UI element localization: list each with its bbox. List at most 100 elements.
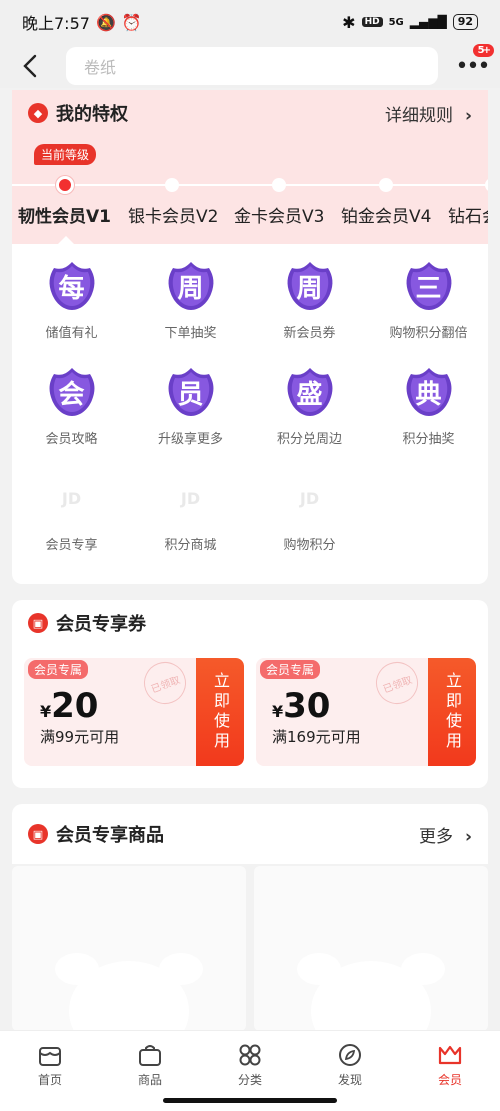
privilege-item[interactable]: JD 积分商城: [131, 472, 250, 578]
privilege-item[interactable]: 典 积分抽奖: [369, 366, 488, 472]
privilege-glyph: 周: [296, 273, 323, 304]
privilege-glyph: 三: [415, 273, 442, 304]
level-dot-v4[interactable]: [379, 178, 393, 192]
products-card: ▣ 会员专享商品 更多 ›: [12, 804, 488, 864]
jd-placeholder-icon: JD: [299, 488, 320, 508]
privilege-label: 购物积分: [283, 538, 336, 553]
privilege-glyph: 盛: [296, 379, 323, 410]
level-pointer: [58, 236, 74, 244]
level-dot-v3[interactable]: [272, 178, 286, 192]
coupon-value: 20: [51, 686, 99, 726]
level-dot-v5[interactable]: [485, 178, 488, 192]
search-placeholder: 卷纸: [84, 58, 117, 77]
lotus-badge-icon: 员: [163, 366, 219, 418]
privilege-item[interactable]: 周 下单抽奖: [131, 260, 250, 366]
tab-membership[interactable]: 会员: [400, 1031, 500, 1111]
rules-link-label: 详细规则: [384, 105, 453, 126]
coupon-tag: 会员专属: [260, 660, 321, 679]
coupon-condition: 满99元可用: [40, 728, 120, 746]
use-coupon-button[interactable]: 立即使用: [196, 658, 244, 766]
level-label-v5[interactable]: 钻石会: [448, 202, 488, 227]
privilege-glyph: 会: [58, 379, 85, 410]
rules-link[interactable]: 详细规则 ›: [385, 101, 472, 126]
level-label-v1[interactable]: 韧性会员V1: [18, 202, 111, 227]
store-icon: [39, 1047, 61, 1066]
use-coupon-button[interactable]: 立即使用: [428, 658, 476, 766]
chevron-left-icon: [23, 54, 37, 78]
home-indicator[interactable]: [163, 1098, 337, 1103]
jd-placeholder-icon: JD: [180, 488, 201, 508]
privilege-item[interactable]: JD 会员专享: [12, 472, 131, 578]
privilege-item[interactable]: 每 储值有礼: [12, 260, 131, 366]
mute-icon: 🔕: [95, 12, 116, 32]
privilege-item[interactable]: JD 购物积分: [250, 472, 369, 578]
privilege-item[interactable]: 周 新会员券: [250, 260, 369, 366]
alarm-icon: ⏰: [121, 12, 142, 32]
privilege-label: 积分抽奖: [402, 432, 455, 447]
chevron-right-icon: ›: [464, 105, 472, 126]
diamond-icon: ◆: [28, 103, 48, 123]
level-dot-v2[interactable]: [165, 178, 179, 192]
lotus-badge-icon: 周: [163, 260, 219, 312]
signal-icon: ▂▄▆█: [409, 15, 447, 29]
privileges-title: 我的特权: [56, 104, 128, 125]
lotus-badge-icon: 典: [401, 366, 457, 418]
bag-icon: [139, 1045, 161, 1066]
status-time: 晚上7:57: [22, 14, 90, 33]
privilege-label: 储值有礼: [45, 326, 98, 341]
coupon-currency: ¥: [272, 702, 284, 721]
coupon-card: 会员专属 已领取 ¥30 满169元可用 立即使用: [256, 658, 476, 766]
hd-badge: HD: [361, 17, 383, 27]
coupons-card: ▣ 会员专享券 会员专属 已领取 ¥20 满99元可用 立即使用 会员专属 已领…: [12, 600, 488, 788]
privilege-item[interactable]: 三 购物积分翻倍: [369, 260, 488, 366]
privilege-label: 升级享更多: [157, 432, 223, 447]
lotus-badge-icon: 三: [401, 260, 457, 312]
product-placeholder[interactable]: [254, 866, 488, 1031]
tab-label: 会员: [437, 1073, 462, 1087]
more-button[interactable]: ••• 5+: [456, 44, 494, 80]
coupon-amount: ¥20: [40, 686, 98, 726]
ticket-icon: ▣: [28, 613, 48, 633]
level-label-v4[interactable]: 铂金会员V4: [341, 202, 431, 227]
network-label: 5G: [388, 16, 404, 28]
coupon-value: 30: [283, 686, 331, 726]
privilege-label: 购物积分翻倍: [389, 326, 468, 341]
privilege-item[interactable]: 会 会员攻略: [12, 366, 131, 472]
privileges-card: ◆ 我的特权 详细规则 › 当前等级 韧性会员V1 银卡会员V2 金卡会员V3 铂…: [12, 90, 488, 584]
level-panel: ◆ 我的特权 详细规则 › 当前等级 韧性会员V1 银卡会员V2 金卡会员V3 铂…: [12, 90, 488, 244]
privilege-label: 会员专享: [45, 538, 98, 553]
jd-mascot-placeholder-icon: [297, 953, 445, 1031]
coupons-title: 会员专享券: [56, 614, 146, 635]
more-link[interactable]: 更多 ›: [419, 822, 472, 847]
chevron-right-icon: ›: [464, 826, 472, 847]
battery-indicator: 92: [452, 14, 478, 30]
message-badge: 5+: [472, 44, 494, 57]
privilege-label: 会员攻略: [45, 432, 98, 447]
product-placeholder[interactable]: [12, 866, 246, 1031]
lotus-badge-icon: 盛: [282, 366, 338, 418]
level-label-v2[interactable]: 银卡会员V2: [128, 202, 218, 227]
privilege-item[interactable]: 盛 积分兑周边: [250, 366, 369, 472]
coupon-card: 会员专属 已领取 ¥20 满99元可用 立即使用: [24, 658, 244, 766]
lotus-badge-icon: 周: [282, 260, 338, 312]
tab-home[interactable]: 首页: [0, 1031, 100, 1111]
crown-icon: [438, 1045, 462, 1065]
tab-label: 首页: [37, 1073, 62, 1087]
privilege-label: 下单抽奖: [164, 326, 217, 341]
coupon-currency: ¥: [40, 702, 52, 721]
level-label-v3[interactable]: 金卡会员V3: [234, 202, 324, 227]
coupon-amount: ¥30: [272, 686, 330, 726]
privilege-label: 积分兑周边: [276, 432, 342, 447]
search-input[interactable]: 卷纸: [66, 47, 438, 85]
coupon-condition: 满169元可用: [272, 728, 361, 746]
privilege-item[interactable]: 员 升级享更多: [131, 366, 250, 472]
lotus-badge-icon: 每: [44, 260, 100, 312]
bluetooth-icon: ✱: [342, 12, 356, 32]
level-dot-v1[interactable]: [56, 176, 74, 194]
grid-icon: [239, 1044, 261, 1066]
current-level-tag: 当前等级: [34, 144, 97, 165]
privilege-label: 新会员券: [283, 326, 336, 341]
privilege-glyph: 典: [415, 379, 442, 410]
back-button[interactable]: [18, 54, 42, 78]
coupon-tag: 会员专属: [28, 660, 89, 679]
